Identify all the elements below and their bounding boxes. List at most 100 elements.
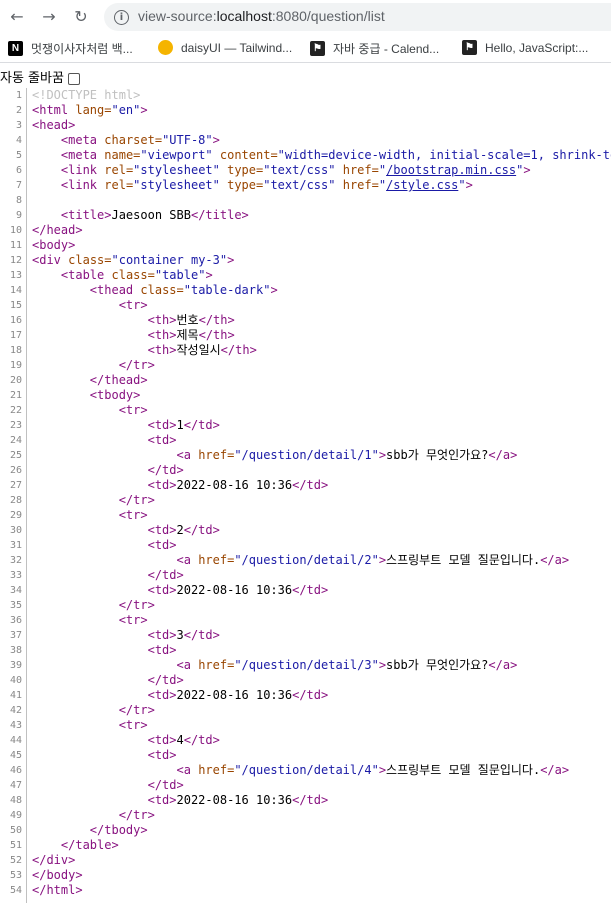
line-number: 50 xyxy=(9,825,22,836)
source-line: 3 <head> xyxy=(0,118,611,133)
line-number: 34 xyxy=(9,585,22,596)
source-line: 12 <div class="container my-3"> xyxy=(0,253,611,268)
info-icon[interactable]: i xyxy=(114,10,129,25)
source-line: 23 <td>1</td> xyxy=(0,418,611,433)
source-code-text: </head> xyxy=(32,223,83,237)
source-line: 44 <td>4</td> xyxy=(0,733,611,748)
source-code-text: </thead> xyxy=(89,373,148,387)
forward-arrow-icon[interactable]: → xyxy=(40,8,58,26)
line-number: 32 xyxy=(9,555,22,566)
line-number: 23 xyxy=(9,420,22,431)
bookmark-item[interactable]: N 멋쟁이사자처럼 백... xyxy=(8,40,133,58)
source-line: 2 <html lang="en"> xyxy=(0,103,611,118)
source-line: 5 <meta name="viewport" content="width=d… xyxy=(0,148,611,163)
line-number: 53 xyxy=(9,870,22,881)
line-number: 14 xyxy=(9,285,22,296)
source-code-text: </body> xyxy=(32,868,83,882)
source-code-text: <link rel="stylesheet" type="text/css" h… xyxy=(60,178,473,192)
line-wrap-toggle[interactable]: 자동 줄바꿈 xyxy=(0,67,80,86)
line-number: 40 xyxy=(9,675,22,686)
source-code-text: <meta name="viewport" content="width=dev… xyxy=(60,148,611,162)
source-code-text: <tr> xyxy=(118,718,148,732)
url-text[interactable]: view-source:localhost:8080/question/list xyxy=(138,8,385,24)
line-number: 2 xyxy=(15,105,22,116)
line-number: 35 xyxy=(9,600,22,611)
line-number: 42 xyxy=(9,705,22,716)
source-code-text: <td>1</td> xyxy=(147,418,220,432)
source-code-text: <a href="/question/detail/1">sbb가 무엇인가요?… xyxy=(176,448,518,462)
source-code-text: </td> xyxy=(147,463,184,477)
source-line: 33 </td> xyxy=(0,568,611,583)
browser-toolbar: ← → ↻ i view-source:localhost:8080/quest… xyxy=(0,0,611,34)
source-code-text: <!DOCTYPE html> xyxy=(32,88,141,102)
source-code-text: </tr> xyxy=(118,358,155,372)
reload-icon[interactable]: ↻ xyxy=(72,8,90,26)
line-number: 9 xyxy=(15,210,22,221)
line-number: 4 xyxy=(15,135,22,146)
source-line: 40 </td> xyxy=(0,673,611,688)
source-line: 42 </tr> xyxy=(0,703,611,718)
line-number: 11 xyxy=(9,240,22,251)
line-number: 16 xyxy=(9,315,22,326)
bookmarks-bar: N 멋쟁이사자처럼 백... daisyUI — Tailwind... ⚑ 자바 … xyxy=(0,34,611,63)
line-number: 52 xyxy=(9,855,22,866)
bookmark-item[interactable]: daisyUI — Tailwind... xyxy=(158,40,292,58)
source-code-text: <link rel="stylesheet" type="text/css" h… xyxy=(60,163,531,177)
line-number: 19 xyxy=(9,360,22,371)
line-number: 17 xyxy=(9,330,22,341)
source-line: 32 <a href="/question/detail/2">스프링부트 모델… xyxy=(0,553,611,568)
source-code-text: </tr> xyxy=(118,598,155,612)
source-line: 13 <table class="table"> xyxy=(0,268,611,283)
line-number: 8 xyxy=(15,195,22,206)
source-line: 7 <link rel="stylesheet" type="text/css"… xyxy=(0,178,611,193)
line-number: 43 xyxy=(9,720,22,731)
source-code-text: <thead class="table-dark"> xyxy=(89,283,278,297)
source-line: 53 </body> xyxy=(0,868,611,883)
bookmark-item[interactable]: ⚑ Hello, JavaScript:... xyxy=(462,40,588,58)
line-number: 33 xyxy=(9,570,22,581)
source-code-text: <a href="/question/detail/4">스프링부트 모델 질문… xyxy=(176,763,570,777)
source-code-text: <td>2022-08-16 10:36</td> xyxy=(147,478,329,492)
bookmark-item[interactable]: ⚑ 자바 중급 - Calend... xyxy=(310,40,439,58)
back-arrow-icon[interactable]: ← xyxy=(8,8,26,26)
line-number: 47 xyxy=(9,780,22,791)
line-number: 24 xyxy=(9,435,22,446)
daisyui-icon xyxy=(158,40,173,56)
source-line: 28 </tr> xyxy=(0,493,611,508)
source-line: 15 <tr> xyxy=(0,298,611,313)
source-code-text: <td>4</td> xyxy=(147,733,220,747)
line-number: 28 xyxy=(9,495,22,506)
line-number: 38 xyxy=(9,645,22,656)
source-line: 1 <!DOCTYPE html> xyxy=(0,88,611,103)
address-bar[interactable]: i view-source:localhost:8080/question/li… xyxy=(104,3,611,31)
source-line: 37 <td>3</td> xyxy=(0,628,611,643)
source-line: 36 <tr> xyxy=(0,613,611,628)
line-number: 27 xyxy=(9,480,22,491)
source-code-text: <td> xyxy=(147,538,177,552)
flag-icon: ⚑ xyxy=(462,40,477,56)
source-line: 10 </head> xyxy=(0,223,611,238)
line-number: 22 xyxy=(9,405,22,416)
source-code-text: <tr> xyxy=(118,298,148,312)
source-code-text: <meta charset="UTF-8"> xyxy=(60,133,220,147)
source-code-text: </td> xyxy=(147,778,184,792)
source-line: 17 <th>제목</th> xyxy=(0,328,611,343)
source-line: 38 <td> xyxy=(0,643,611,658)
source-code-text: <tr> xyxy=(118,613,148,627)
source-line: 21 <tbody> xyxy=(0,388,611,403)
source-code-text: <body> xyxy=(32,238,76,252)
source-line: 41 <td>2022-08-16 10:36</td> xyxy=(0,688,611,703)
source-code-text: <a href="/question/detail/3">sbb가 무엇인가요?… xyxy=(176,658,518,672)
source-code-text: <td>2</td> xyxy=(147,523,220,537)
source-line: 51 </table> xyxy=(0,838,611,853)
source-line: 50 </tbody> xyxy=(0,823,611,838)
line-number: 26 xyxy=(9,465,22,476)
source-line: 46 <a href="/question/detail/4">스프링부트 모델… xyxy=(0,763,611,778)
source-line: 25 <a href="/question/detail/1">sbb가 무엇인… xyxy=(0,448,611,463)
line-number: 37 xyxy=(9,630,22,641)
line-wrap-checkbox[interactable] xyxy=(67,72,80,85)
line-number: 36 xyxy=(9,615,22,626)
source-code-text: <tr> xyxy=(118,508,148,522)
line-number: 54 xyxy=(9,885,22,896)
source-code-text: <title>Jaesoon SBB</title> xyxy=(60,208,249,222)
